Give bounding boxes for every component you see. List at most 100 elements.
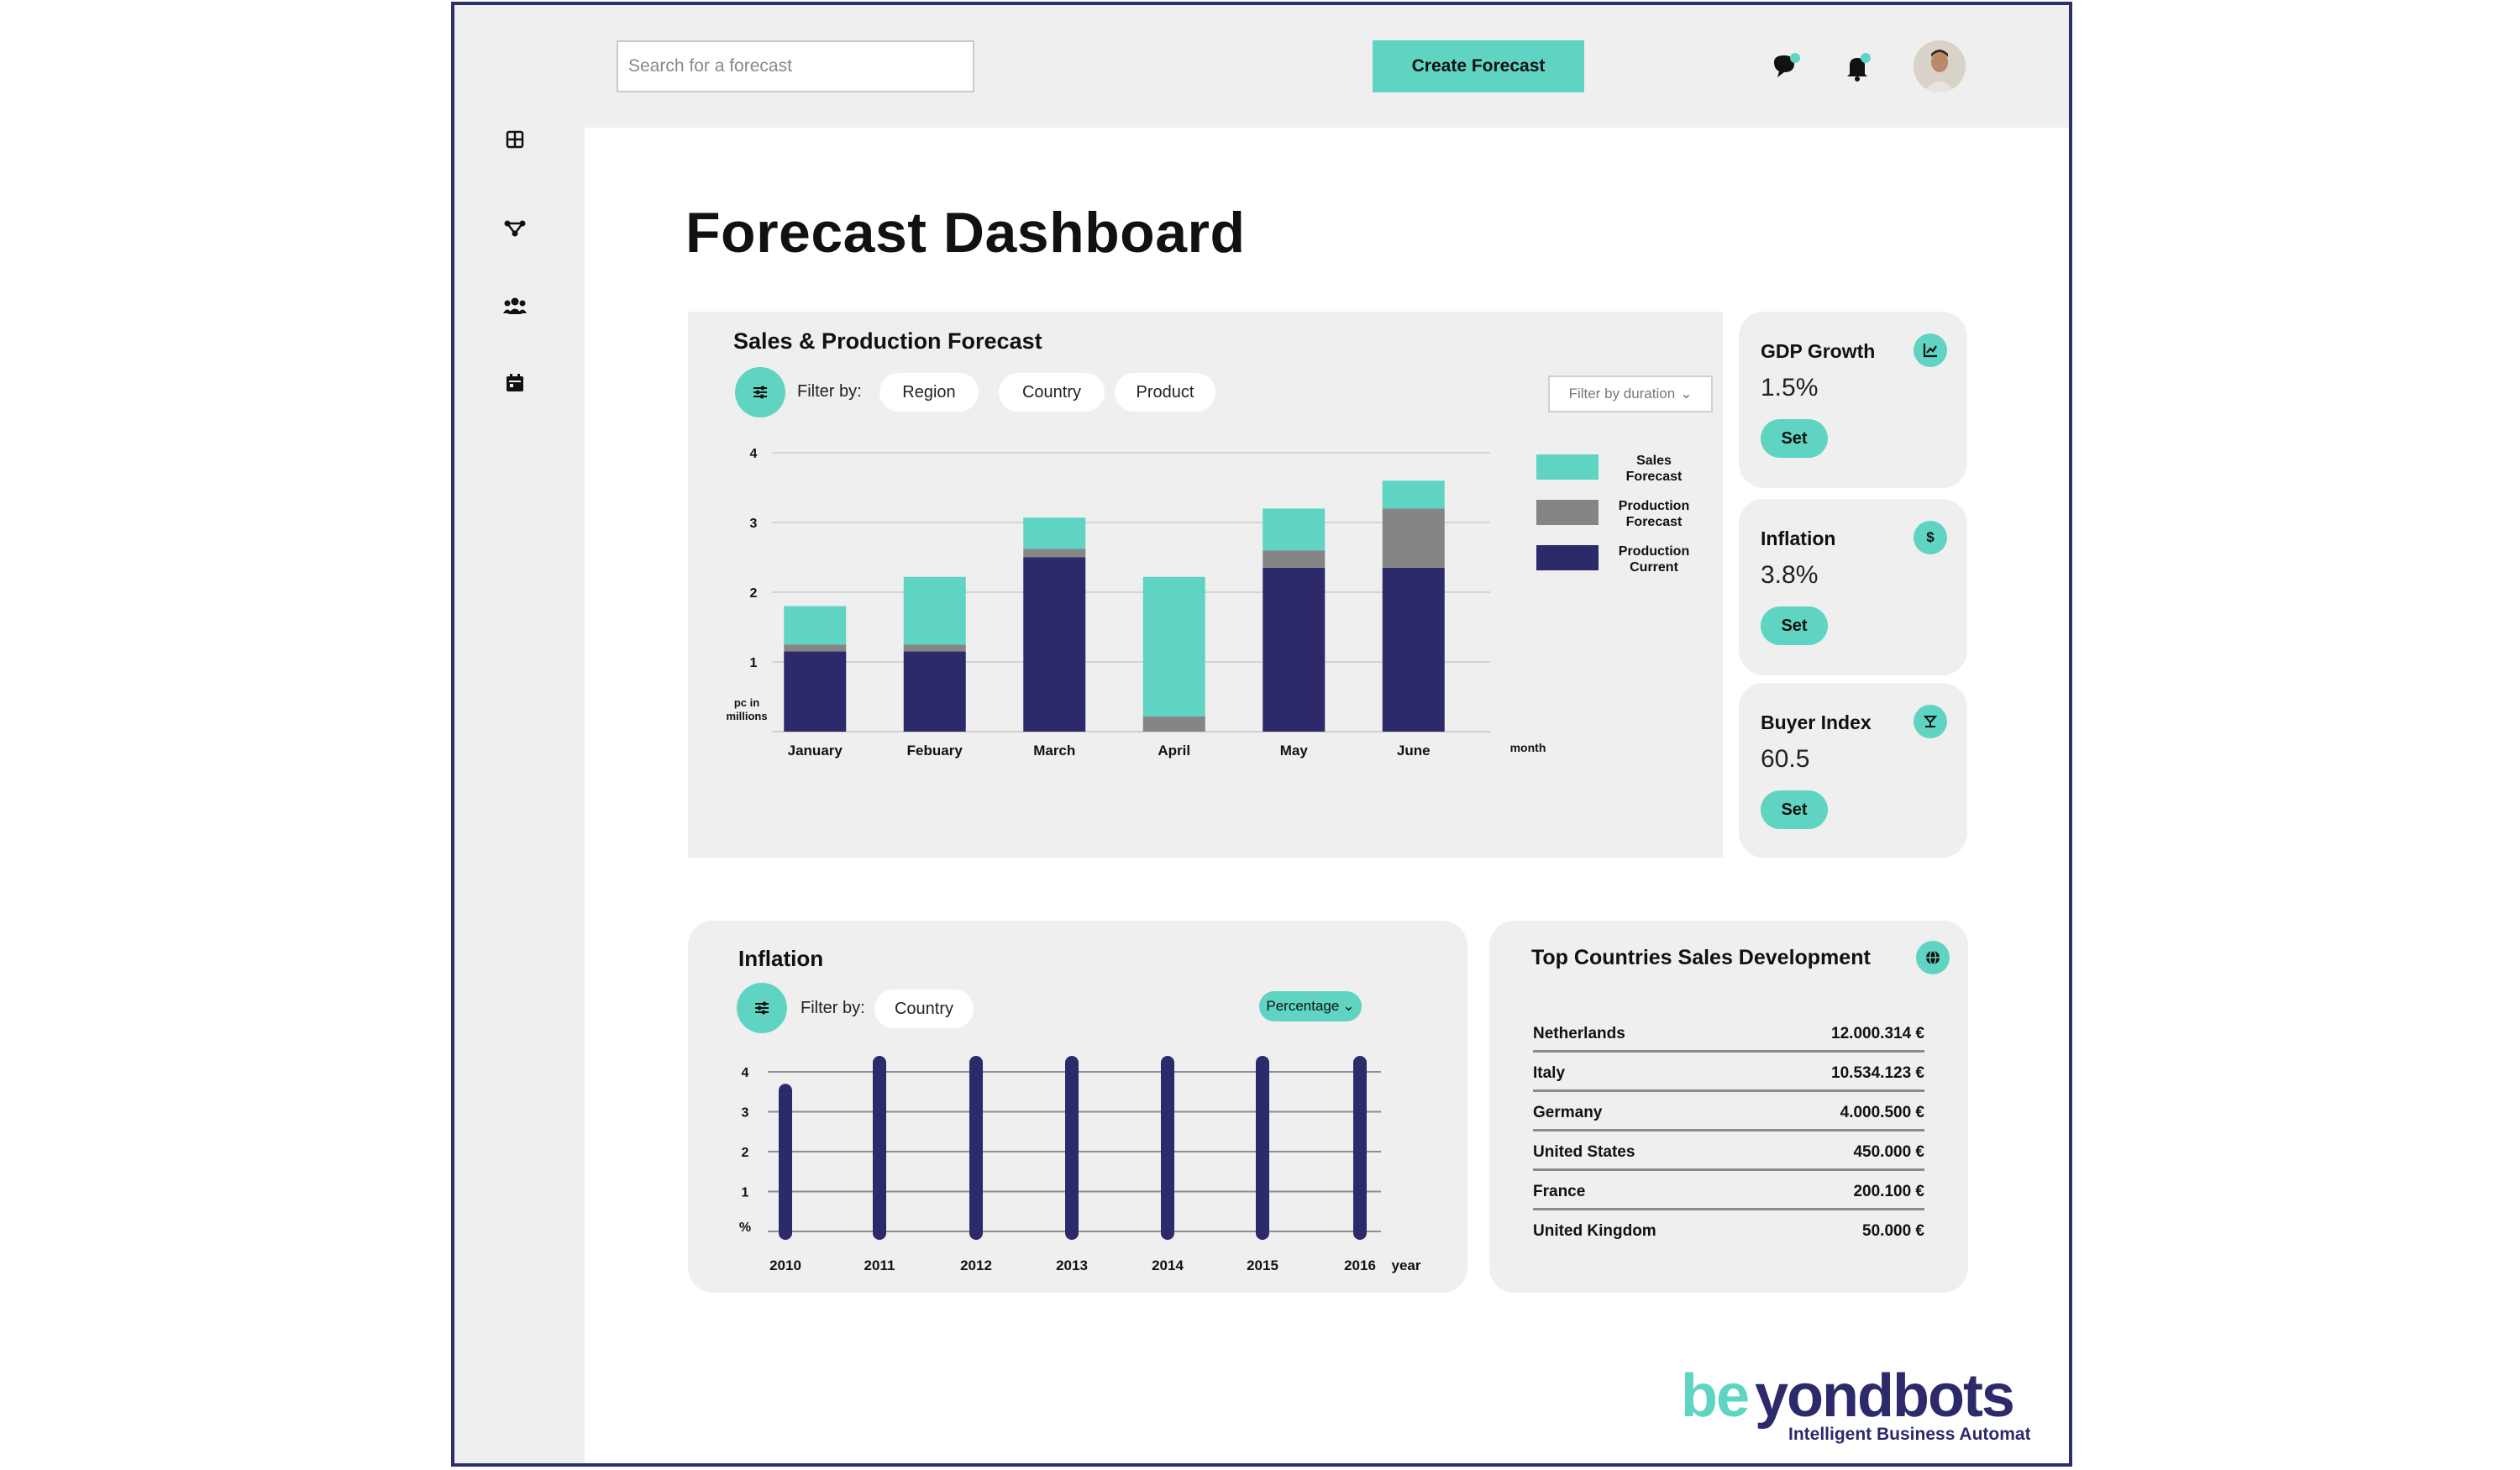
x-tick-label: 2015 <box>1247 1257 1278 1273</box>
bar-segment <box>1142 716 1205 732</box>
bar-segment <box>1382 480 1445 509</box>
set-gdp-growth-button[interactable]: Set <box>1761 419 1828 458</box>
country-name: Netherlands <box>1533 1013 1756 1053</box>
metric-title: GDP Growth <box>1761 340 1876 362</box>
bar-segment <box>784 644 847 652</box>
top-countries-card: Top Countries Sales Development Netherla… <box>1489 921 1968 1293</box>
top-bar: Create Forecast <box>585 5 2069 128</box>
metric-title: Inflation <box>1761 528 1836 549</box>
y-tick-label: 4 <box>742 1066 749 1080</box>
table-row: Netherlands 12.000.314 € <box>1533 1013 1924 1053</box>
x-tick-label: June <box>1397 743 1431 759</box>
set-buyer-index-button[interactable]: Set <box>1761 790 1828 829</box>
legend-label: Forecast <box>1626 470 1683 484</box>
inflation-chart: 1 2 3 4% year 2010 2011 2012 2013 2014 2015 2016 <box>739 1056 1421 1273</box>
app-window: Create Forecast Forecast Dashboard Sales… <box>451 2 2072 1467</box>
x-tick-label: 2010 <box>769 1257 801 1273</box>
country-value: 10.534.123 € <box>1756 1051 1924 1092</box>
search-input[interactable] <box>617 40 974 92</box>
bar-segment <box>1382 567 1445 732</box>
x-tick-label: 2012 <box>960 1257 992 1273</box>
x-tick-label: April <box>1158 743 1190 759</box>
bar-segment <box>1023 549 1086 558</box>
bar-segment <box>903 576 966 645</box>
chart-icon <box>1914 333 1947 367</box>
country-value: 4.000.500 € <box>1756 1090 1924 1131</box>
legend-label: Production <box>1619 499 1689 513</box>
set-inflation-button[interactable]: Set <box>1761 606 1828 645</box>
metric-card-gdp-growth: GDP Growth 1.5% Set <box>1739 312 1967 488</box>
avatar[interactable] <box>1914 40 1966 92</box>
y-tick-label: 1 <box>742 1186 749 1200</box>
table-row: United Kingdom 50.000 € <box>1533 1210 1924 1248</box>
x-tick-label: March <box>1033 743 1075 759</box>
country-name: Italy <box>1533 1051 1756 1092</box>
country-value: 50.000 € <box>1862 1222 1924 1240</box>
y-tick-label: 2 <box>742 1146 749 1160</box>
legend-label: Sales <box>1636 454 1672 468</box>
metric-value: 1.5% <box>1761 374 1819 402</box>
grid-icon[interactable] <box>501 126 528 153</box>
table-row: United States 450.000 € <box>1533 1130 1924 1171</box>
sales-production-card: Sales & Production Forecast Filter by: R… <box>688 312 1723 858</box>
beyondbots-logo: be yondbots Intelligent Business Automat… <box>1677 1357 2057 1450</box>
x-tick-label: May <box>1280 743 1309 759</box>
bar-segment <box>1023 557 1086 732</box>
y-tick-label: 4 <box>750 447 758 461</box>
metric-value: 3.8% <box>1761 561 1819 589</box>
bar <box>969 1056 983 1240</box>
x-axis-label: month <box>1510 741 1546 754</box>
dollar-icon: $ <box>1914 521 1947 554</box>
bar-segment <box>903 651 966 732</box>
bar-segment <box>1263 550 1326 568</box>
countries-table: Netherlands 12.000.314 € Italy 10.534.123 … <box>1533 1013 1924 1247</box>
sidebar <box>454 5 585 1463</box>
y-tick-label: 3 <box>742 1106 749 1121</box>
y-axis-label: millions <box>726 710 767 722</box>
bar-segment <box>1263 567 1326 732</box>
country-name: Germany <box>1533 1090 1756 1131</box>
bar-segment <box>1382 508 1445 568</box>
bar <box>1161 1056 1174 1240</box>
y-axis-label: pc in <box>734 696 759 709</box>
buyer-icon <box>1914 705 1947 738</box>
bar <box>873 1056 886 1240</box>
x-tick-label: 2014 <box>1152 1257 1184 1273</box>
bar-segment <box>903 644 966 652</box>
bar <box>1065 1056 1079 1240</box>
bar <box>779 1084 792 1240</box>
bar-segment <box>784 651 847 732</box>
country-value: 200.100 € <box>1756 1169 1924 1210</box>
country-name: United Kingdom <box>1533 1222 1656 1240</box>
users-icon[interactable] <box>501 292 528 319</box>
table-row: Germany 4.000.500 € <box>1533 1090 1924 1131</box>
metric-card-buyer-index: Buyer Index 60.5 Set <box>1739 683 1967 858</box>
svg-text:yondbots: yondbots <box>1755 1362 2013 1430</box>
metric-title: Buyer Index <box>1761 711 1872 733</box>
legend-label: Current <box>1630 560 1678 575</box>
network-icon[interactable] <box>501 215 528 242</box>
bar-segment <box>1263 508 1326 551</box>
svg-text:be: be <box>1681 1362 1748 1430</box>
legend-label: Production <box>1619 544 1689 559</box>
notification-bell-icon[interactable] <box>1841 50 1875 84</box>
country-value: 12.000.314 € <box>1756 1013 1924 1053</box>
x-tick-label: January <box>788 743 843 759</box>
bar-segment <box>1142 576 1205 717</box>
country-name: France <box>1533 1169 1756 1210</box>
globe-icon <box>1916 941 1950 974</box>
table-row: France 200.100 € <box>1533 1169 1924 1210</box>
bar <box>1353 1056 1367 1240</box>
bar-segment <box>1023 517 1086 549</box>
y-tick-label: 1 <box>750 656 758 670</box>
svg-text:Intelligent Business Automatio: Intelligent Business Automation <box>1788 1425 2030 1444</box>
x-tick-label: 2011 <box>864 1257 895 1273</box>
legend-swatch <box>1536 545 1599 570</box>
page-title: Forecast Dashboard <box>685 201 1246 265</box>
inflation-card: Inflation Filter by: Country Percentage … <box>688 921 1467 1293</box>
create-forecast-button[interactable]: Create Forecast <box>1373 40 1584 92</box>
chat-icon[interactable] <box>1769 50 1803 84</box>
calendar-icon[interactable] <box>501 370 528 396</box>
countries-card-title: Top Countries Sales Development <box>1531 946 1871 969</box>
x-tick-label: 2016 <box>1344 1257 1376 1273</box>
